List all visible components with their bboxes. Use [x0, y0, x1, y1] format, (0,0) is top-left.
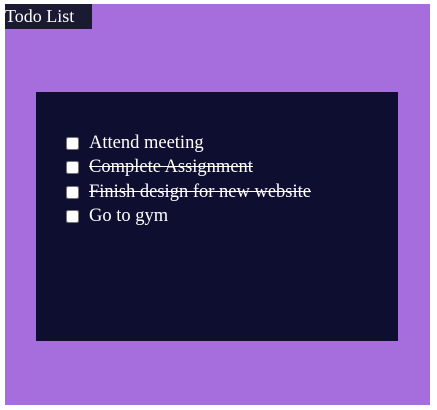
todo-item: Go to gym	[66, 205, 311, 230]
todo-checkbox[interactable]	[66, 185, 79, 199]
app-container: Todo List Attend meeting Complete Assign…	[5, 4, 430, 405]
todo-item: Attend meeting	[66, 131, 311, 156]
todo-label: Complete Assignment	[89, 157, 253, 178]
page-title: Todo List	[5, 4, 92, 29]
todo-item: Finish design for new website	[66, 180, 311, 205]
todo-checkbox[interactable]	[66, 136, 79, 150]
todo-checkbox[interactable]	[66, 210, 79, 224]
todo-label: Attend meeting	[89, 132, 204, 153]
todo-checkbox[interactable]	[66, 161, 79, 175]
todo-item: Complete Assignment	[66, 156, 311, 181]
todo-list: Attend meeting Complete Assignment Finis…	[66, 131, 311, 229]
todo-panel: Attend meeting Complete Assignment Finis…	[36, 92, 398, 341]
todo-label: Go to gym	[89, 206, 169, 227]
todo-label: Finish design for new website	[89, 181, 311, 202]
